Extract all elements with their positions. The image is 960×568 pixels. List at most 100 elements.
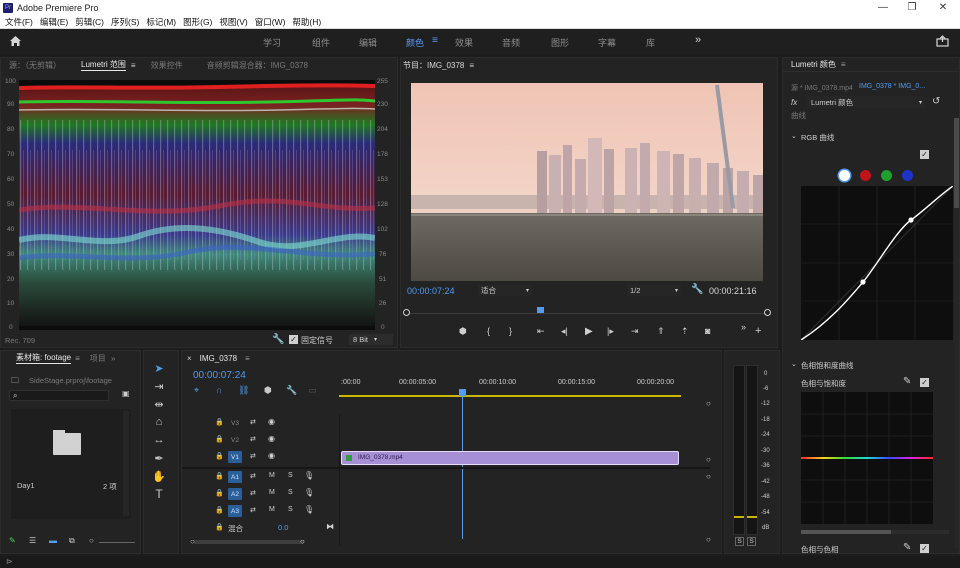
linked-selection-icon[interactable]: ⛓ [238, 385, 249, 396]
mark-in-icon[interactable]: { [487, 326, 490, 336]
sync-lock-icon[interactable]: ⇄ [250, 418, 256, 426]
step-forward-icon[interactable]: |▸ [607, 326, 614, 337]
bin-scrollbar[interactable] [123, 411, 129, 516]
clamp-signal-checkbox[interactable]: ✓ [289, 335, 298, 344]
workspace-tab-color[interactable]: 颜色 [406, 36, 424, 49]
pen-tool-icon[interactable]: ✒ [151, 451, 167, 465]
timeline-timecode[interactable]: 00:00:07:24 [193, 370, 246, 381]
fit-select[interactable]: 适合 ▾ [478, 285, 532, 296]
lock-icon[interactable]: 🔒 [215, 452, 224, 460]
sync-lock-icon[interactable]: ⇄ [250, 506, 256, 514]
scroll-handle-mid[interactable]: ○ [706, 455, 711, 464]
lock-icon[interactable]: 🔒 [215, 523, 224, 531]
workspace-tab-effects[interactable]: 效果 [455, 36, 473, 49]
workspace-tab-captions[interactable]: 字幕 [598, 36, 616, 49]
timeline-sequence-tab[interactable]: IMG_0378 [200, 354, 237, 363]
sync-lock-icon[interactable]: ⇄ [250, 489, 256, 497]
lock-icon[interactable]: 🔒 [215, 489, 224, 497]
rgb-curve-graph[interactable] [801, 186, 953, 340]
menu-clip[interactable]: 剪辑(C) [75, 16, 104, 28]
hue-sat-curves-label[interactable]: 色相饱和度曲线 [801, 360, 854, 371]
eye-icon[interactable]: ◉ [268, 434, 275, 443]
zoom-slider-handle[interactable]: ○ [89, 536, 94, 545]
add-marker-icon[interactable]: ⬢ [459, 326, 467, 337]
zoom-handle-left[interactable] [403, 309, 410, 316]
menu-graphics[interactable]: 图形(G) [183, 16, 212, 28]
track-target-a3[interactable]: A3 [228, 505, 242, 517]
go-to-end-icon[interactable]: ⧓ [326, 522, 334, 531]
solo-button[interactable]: S [288, 506, 293, 513]
video-clip[interactable]: IMG_0378.mp4 [341, 451, 679, 465]
captions-icon[interactable]: ▭ [308, 385, 317, 396]
play-icon[interactable]: ▶ [585, 326, 593, 337]
sync-lock-icon[interactable]: ⇄ [250, 435, 256, 443]
timeline-close-icon[interactable]: × [187, 354, 192, 363]
scope-settings-wrench-icon[interactable]: 🔧 [272, 334, 284, 345]
maximize-button[interactable]: ❐ [897, 0, 927, 15]
write-lock-icon[interactable]: ✎ [9, 536, 16, 545]
eye-icon[interactable]: ◉ [268, 451, 275, 460]
track-target-v3[interactable]: V3 [228, 417, 242, 429]
list-view-icon[interactable]: ☰ [29, 536, 36, 545]
program-menu-icon[interactable]: ≡ [469, 61, 474, 70]
more-workspaces-icon[interactable]: » [695, 34, 701, 46]
effect-instance-select[interactable]: Lumetri 颜色 ▾ [807, 96, 925, 108]
workspace-tab-learn[interactable]: 学习 [263, 36, 281, 49]
menu-marker[interactable]: 标记(M) [146, 16, 176, 28]
sequence-clip-label[interactable]: IMG_0378 * IMG_0... [859, 83, 925, 90]
microphone-icon[interactable]: 🎙 [304, 488, 314, 497]
home-icon[interactable] [9, 35, 22, 49]
sync-lock-icon[interactable]: ⇄ [250, 452, 256, 460]
workspace-tab-assembly[interactable]: 组件 [312, 36, 330, 49]
go-to-out-icon[interactable]: ⇥ [631, 326, 639, 337]
new-bin-icon[interactable]: ▣ [122, 389, 130, 398]
microphone-icon[interactable]: 🎙 [304, 471, 314, 480]
timeline-horizontal-scrollbar[interactable] [194, 540, 304, 544]
mute-button[interactable]: M [269, 472, 275, 479]
scopes-tab-menu-icon[interactable]: ≡ [131, 61, 136, 70]
rgb-curves-label[interactable]: RGB 曲线 [801, 132, 834, 143]
eye-icon[interactable]: ◉ [268, 417, 275, 426]
razor-tool-icon[interactable]: ⌂ [151, 415, 167, 429]
work-area-bar[interactable] [339, 395, 681, 397]
track-target-v2[interactable]: V2 [228, 434, 242, 446]
curves-section-label[interactable]: 曲线 [791, 110, 806, 121]
master-channel-dot[interactable] [839, 170, 850, 181]
bin-thumbnail-item[interactable]: Day1 2 项 [11, 409, 131, 519]
scroll-handle-top[interactable]: ○ [706, 399, 711, 408]
program-scrub-bar[interactable] [403, 307, 771, 319]
type-tool-icon[interactable]: T [151, 487, 167, 501]
add-marker-icon[interactable]: ⬢ [264, 385, 272, 396]
zoom-handle-right[interactable] [764, 309, 771, 316]
slip-tool-icon[interactable]: ↔ [151, 433, 167, 447]
timeline-ruler[interactable]: :00:00 00:00:05:00 00:00:10:00 00:00:15:… [339, 377, 709, 399]
nest-sequence-icon[interactable]: ⌖ [194, 385, 199, 396]
microphone-icon[interactable]: 🎙 [304, 505, 314, 514]
tab-audio-clip-mixer[interactable]: 音频剪辑混合器：IMG_0378 [207, 60, 308, 71]
eyedropper-icon[interactable]: ✎ [903, 376, 911, 387]
share-icon[interactable] [936, 35, 949, 49]
hue-graph-scrollbar[interactable] [801, 530, 949, 534]
more-tabs-icon[interactable]: » [111, 354, 115, 363]
tab-lumetri-scopes[interactable]: Lumetri 范围 [81, 59, 126, 71]
program-current-timecode[interactable]: 00:00:07:24 [407, 286, 455, 296]
workspace-tab-audio[interactable]: 音频 [502, 36, 520, 49]
hue-vs-sat-enable-checkbox[interactable]: ✓ [920, 378, 929, 387]
button-editor-plus-icon[interactable]: + [755, 325, 761, 337]
export-frame-camera-icon[interactable]: ◙ [705, 326, 710, 336]
workspace-menu-icon[interactable]: ≡ [432, 35, 438, 46]
reset-effect-icon[interactable]: ↺ [932, 96, 940, 107]
lumetri-scrollbar[interactable] [954, 118, 959, 548]
menu-window[interactable]: 窗口(W) [255, 16, 286, 28]
track-target-a2[interactable]: A2 [228, 488, 242, 500]
eyedropper-icon[interactable]: ✎ [903, 542, 911, 553]
playback-resolution-select[interactable]: 1/2 ▾ [627, 285, 681, 296]
more-controls-icon[interactable]: » [741, 322, 746, 332]
icon-view-icon[interactable]: ▬ [49, 536, 57, 545]
lumetri-scrollbar-thumb[interactable] [954, 118, 959, 208]
tab-effect-controls[interactable]: 效果控件 [151, 60, 183, 71]
lift-icon[interactable]: ⇑ [657, 326, 665, 337]
track-target-a1[interactable]: A1 [228, 471, 242, 483]
playhead-marker[interactable] [537, 307, 545, 313]
mix-volume-value[interactable]: 0.0 [278, 523, 288, 532]
